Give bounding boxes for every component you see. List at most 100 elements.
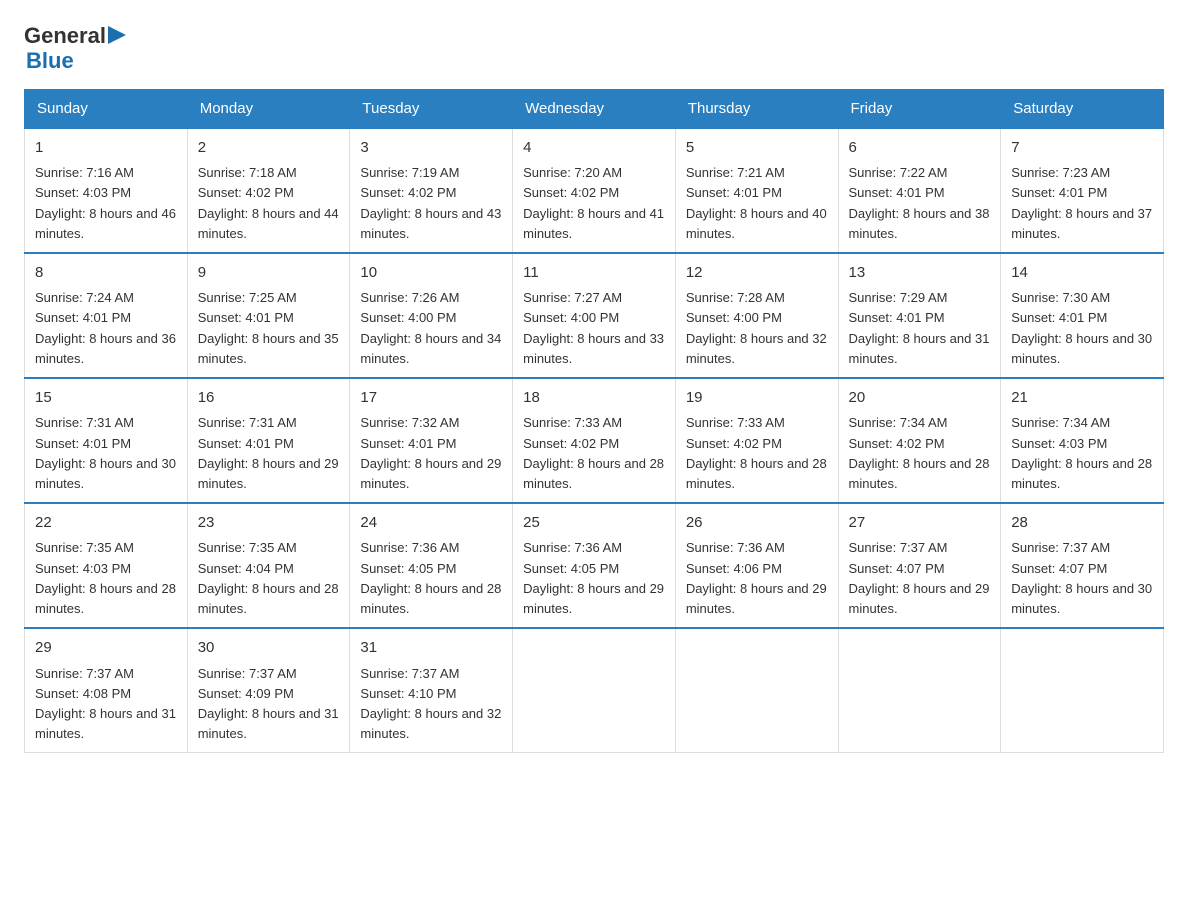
calendar-cell <box>838 628 1001 753</box>
calendar-cell: 15 Sunrise: 7:31 AMSunset: 4:01 PMDaylig… <box>25 378 188 503</box>
logo-triangle-icon <box>108 26 126 44</box>
day-number: 18 <box>523 387 665 410</box>
calendar-cell: 27 Sunrise: 7:37 AMSunset: 4:07 PMDaylig… <box>838 503 1001 628</box>
calendar-cell: 30 Sunrise: 7:37 AMSunset: 4:09 PMDaylig… <box>187 628 350 753</box>
calendar-cell: 10 Sunrise: 7:26 AMSunset: 4:00 PMDaylig… <box>350 253 513 378</box>
calendar-header-row: SundayMondayTuesdayWednesdayThursdayFrid… <box>25 89 1164 128</box>
logo: General Blue <box>24 24 126 73</box>
day-info: Sunrise: 7:33 AMSunset: 4:02 PMDaylight:… <box>523 415 664 490</box>
day-info: Sunrise: 7:37 AMSunset: 4:10 PMDaylight:… <box>360 666 501 741</box>
day-number: 10 <box>360 262 502 285</box>
calendar-cell <box>675 628 838 753</box>
day-number: 22 <box>35 512 177 535</box>
day-info: Sunrise: 7:36 AMSunset: 4:06 PMDaylight:… <box>686 540 827 615</box>
day-info: Sunrise: 7:36 AMSunset: 4:05 PMDaylight:… <box>360 540 501 615</box>
logo-general: General <box>24 24 106 48</box>
day-info: Sunrise: 7:31 AMSunset: 4:01 PMDaylight:… <box>35 415 176 490</box>
calendar-cell: 9 Sunrise: 7:25 AMSunset: 4:01 PMDayligh… <box>187 253 350 378</box>
day-info: Sunrise: 7:34 AMSunset: 4:02 PMDaylight:… <box>849 415 990 490</box>
day-number: 12 <box>686 262 828 285</box>
calendar-cell: 23 Sunrise: 7:35 AMSunset: 4:04 PMDaylig… <box>187 503 350 628</box>
day-info: Sunrise: 7:32 AMSunset: 4:01 PMDaylight:… <box>360 415 501 490</box>
day-number: 31 <box>360 637 502 660</box>
day-info: Sunrise: 7:30 AMSunset: 4:01 PMDaylight:… <box>1011 290 1152 365</box>
calendar-cell <box>513 628 676 753</box>
day-info: Sunrise: 7:20 AMSunset: 4:02 PMDaylight:… <box>523 165 664 240</box>
header-day-friday: Friday <box>838 89 1001 128</box>
day-number: 15 <box>35 387 177 410</box>
calendar-table: SundayMondayTuesdayWednesdayThursdayFrid… <box>24 89 1164 753</box>
day-info: Sunrise: 7:37 AMSunset: 4:07 PMDaylight:… <box>1011 540 1152 615</box>
calendar-cell: 13 Sunrise: 7:29 AMSunset: 4:01 PMDaylig… <box>838 253 1001 378</box>
day-info: Sunrise: 7:35 AMSunset: 4:03 PMDaylight:… <box>35 540 176 615</box>
calendar-cell: 26 Sunrise: 7:36 AMSunset: 4:06 PMDaylig… <box>675 503 838 628</box>
calendar-week-row: 29 Sunrise: 7:37 AMSunset: 4:08 PMDaylig… <box>25 628 1164 753</box>
calendar-cell: 20 Sunrise: 7:34 AMSunset: 4:02 PMDaylig… <box>838 378 1001 503</box>
calendar-week-row: 22 Sunrise: 7:35 AMSunset: 4:03 PMDaylig… <box>25 503 1164 628</box>
day-number: 3 <box>360 137 502 160</box>
calendar-cell: 7 Sunrise: 7:23 AMSunset: 4:01 PMDayligh… <box>1001 128 1164 253</box>
calendar-cell: 14 Sunrise: 7:30 AMSunset: 4:01 PMDaylig… <box>1001 253 1164 378</box>
calendar-cell: 28 Sunrise: 7:37 AMSunset: 4:07 PMDaylig… <box>1001 503 1164 628</box>
calendar-cell: 18 Sunrise: 7:33 AMSunset: 4:02 PMDaylig… <box>513 378 676 503</box>
day-number: 21 <box>1011 387 1153 410</box>
day-number: 14 <box>1011 262 1153 285</box>
day-info: Sunrise: 7:37 AMSunset: 4:09 PMDaylight:… <box>198 666 339 741</box>
calendar-cell: 11 Sunrise: 7:27 AMSunset: 4:00 PMDaylig… <box>513 253 676 378</box>
calendar-cell: 1 Sunrise: 7:16 AMSunset: 4:03 PMDayligh… <box>25 128 188 253</box>
calendar-cell: 16 Sunrise: 7:31 AMSunset: 4:01 PMDaylig… <box>187 378 350 503</box>
day-info: Sunrise: 7:23 AMSunset: 4:01 PMDaylight:… <box>1011 165 1152 240</box>
header-day-saturday: Saturday <box>1001 89 1164 128</box>
day-info: Sunrise: 7:22 AMSunset: 4:01 PMDaylight:… <box>849 165 990 240</box>
day-number: 27 <box>849 512 991 535</box>
calendar-cell: 8 Sunrise: 7:24 AMSunset: 4:01 PMDayligh… <box>25 253 188 378</box>
calendar-cell: 3 Sunrise: 7:19 AMSunset: 4:02 PMDayligh… <box>350 128 513 253</box>
day-number: 29 <box>35 637 177 660</box>
calendar-cell: 25 Sunrise: 7:36 AMSunset: 4:05 PMDaylig… <box>513 503 676 628</box>
day-info: Sunrise: 7:31 AMSunset: 4:01 PMDaylight:… <box>198 415 339 490</box>
day-info: Sunrise: 7:35 AMSunset: 4:04 PMDaylight:… <box>198 540 339 615</box>
calendar-cell: 5 Sunrise: 7:21 AMSunset: 4:01 PMDayligh… <box>675 128 838 253</box>
day-info: Sunrise: 7:19 AMSunset: 4:02 PMDaylight:… <box>360 165 501 240</box>
header-day-sunday: Sunday <box>25 89 188 128</box>
day-number: 13 <box>849 262 991 285</box>
day-number: 1 <box>35 137 177 160</box>
calendar-cell: 24 Sunrise: 7:36 AMSunset: 4:05 PMDaylig… <box>350 503 513 628</box>
calendar-cell: 29 Sunrise: 7:37 AMSunset: 4:08 PMDaylig… <box>25 628 188 753</box>
day-number: 24 <box>360 512 502 535</box>
day-number: 20 <box>849 387 991 410</box>
day-number: 19 <box>686 387 828 410</box>
day-number: 6 <box>849 137 991 160</box>
day-number: 30 <box>198 637 340 660</box>
logo-blue: Blue <box>26 49 126 73</box>
day-number: 28 <box>1011 512 1153 535</box>
day-info: Sunrise: 7:29 AMSunset: 4:01 PMDaylight:… <box>849 290 990 365</box>
calendar-cell: 4 Sunrise: 7:20 AMSunset: 4:02 PMDayligh… <box>513 128 676 253</box>
calendar-week-row: 15 Sunrise: 7:31 AMSunset: 4:01 PMDaylig… <box>25 378 1164 503</box>
calendar-cell: 21 Sunrise: 7:34 AMSunset: 4:03 PMDaylig… <box>1001 378 1164 503</box>
calendar-cell: 12 Sunrise: 7:28 AMSunset: 4:00 PMDaylig… <box>675 253 838 378</box>
day-number: 23 <box>198 512 340 535</box>
day-number: 11 <box>523 262 665 285</box>
day-info: Sunrise: 7:24 AMSunset: 4:01 PMDaylight:… <box>35 290 176 365</box>
day-number: 8 <box>35 262 177 285</box>
calendar-cell: 22 Sunrise: 7:35 AMSunset: 4:03 PMDaylig… <box>25 503 188 628</box>
day-number: 2 <box>198 137 340 160</box>
day-number: 4 <box>523 137 665 160</box>
page-header: General Blue <box>24 24 1164 73</box>
day-info: Sunrise: 7:37 AMSunset: 4:07 PMDaylight:… <box>849 540 990 615</box>
day-number: 25 <box>523 512 665 535</box>
calendar-cell: 17 Sunrise: 7:32 AMSunset: 4:01 PMDaylig… <box>350 378 513 503</box>
calendar-cell: 31 Sunrise: 7:37 AMSunset: 4:10 PMDaylig… <box>350 628 513 753</box>
day-number: 16 <box>198 387 340 410</box>
day-info: Sunrise: 7:37 AMSunset: 4:08 PMDaylight:… <box>35 666 176 741</box>
day-info: Sunrise: 7:28 AMSunset: 4:00 PMDaylight:… <box>686 290 827 365</box>
day-info: Sunrise: 7:34 AMSunset: 4:03 PMDaylight:… <box>1011 415 1152 490</box>
day-number: 26 <box>686 512 828 535</box>
calendar-week-row: 8 Sunrise: 7:24 AMSunset: 4:01 PMDayligh… <box>25 253 1164 378</box>
day-info: Sunrise: 7:26 AMSunset: 4:00 PMDaylight:… <box>360 290 501 365</box>
day-number: 5 <box>686 137 828 160</box>
calendar-week-row: 1 Sunrise: 7:16 AMSunset: 4:03 PMDayligh… <box>25 128 1164 253</box>
day-info: Sunrise: 7:25 AMSunset: 4:01 PMDaylight:… <box>198 290 339 365</box>
header-day-monday: Monday <box>187 89 350 128</box>
